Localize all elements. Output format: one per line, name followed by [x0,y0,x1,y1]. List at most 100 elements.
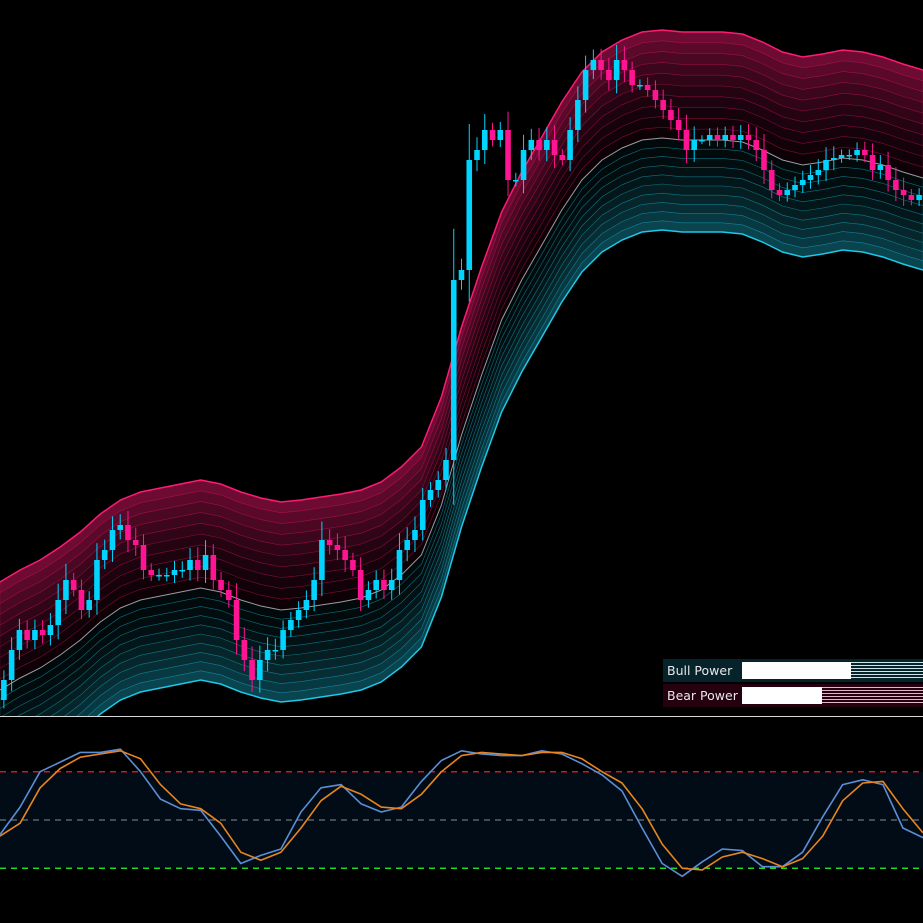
candle-body [799,180,806,185]
candle-body [210,555,217,580]
candle-body [365,590,372,600]
candle-body [194,560,201,570]
candle-body [381,580,387,590]
candle-body [575,100,581,130]
candle-body [606,70,612,80]
candle-body [86,600,92,610]
candle-body [644,85,651,90]
candle-body [334,545,341,550]
candle-body [295,610,302,620]
candle-body [900,190,907,195]
candle-body [8,650,15,680]
candle-body [513,180,519,182]
candle-body [567,130,573,160]
candle-body [373,580,379,590]
candle-body [489,130,496,140]
candle-body [156,575,162,577]
candle-body [691,140,697,150]
candle-body [55,600,61,625]
candle-body [668,110,674,120]
candle-body [613,60,620,80]
candle-body [218,580,224,590]
bull-power-label: Bull Power [667,663,733,678]
candle-body [32,630,38,640]
candle-body [458,270,465,280]
candle-body [559,155,566,160]
price-chart [0,29,923,716]
candle-body [838,155,845,158]
candle-body [70,580,77,590]
candle-body [249,660,255,680]
bear-power-bar [742,687,923,704]
candle-body [753,140,760,150]
candle-body [272,650,279,652]
candle-body [412,530,418,540]
bear-power-row: Bear Power [663,684,923,707]
candle-body [171,570,178,575]
candle-body [807,175,814,180]
bull-power-remainder [850,662,923,679]
oscillator-pane [0,748,923,878]
candle-body [544,140,550,150]
candle [481,114,488,164]
bull-power-bar [742,662,923,679]
candle-body [699,140,705,142]
candle-body [862,150,868,155]
candle-body [63,580,69,600]
candle-body [326,540,333,545]
candle [466,124,473,302]
candle-body [551,140,558,155]
candle-body [16,630,23,650]
candle [458,258,465,290]
candle [489,122,496,147]
candle-body [101,550,108,560]
candle-body [311,580,317,600]
candle-body [435,480,442,490]
candle-body [226,590,232,600]
candle-body [761,150,767,170]
candle-body [737,135,744,140]
candle-body [722,135,729,140]
candle-body [202,555,209,570]
candle-body [877,165,884,170]
candle-body [39,630,46,635]
candle-body [78,590,85,610]
candle-body [109,530,116,550]
candle-body [505,130,511,180]
candle-body [264,650,271,660]
candle-body [419,500,426,530]
power-table: Bull Power Bear Power [663,659,923,709]
candle-body [768,170,775,190]
candle-body [621,60,628,70]
candle-body [357,570,364,600]
candle-body [536,140,542,150]
candle-body [590,60,597,70]
bull-power-row: Bull Power [663,659,923,682]
candle-body [450,280,457,460]
candle-body [598,60,604,70]
candle [497,122,504,147]
candle-body [815,170,822,175]
bear-power-label: Bear Power [667,688,738,703]
candle-body [132,540,139,545]
candle-body [629,70,635,85]
candle-body [885,165,891,180]
candle-body [823,160,829,170]
candle-body [117,525,124,530]
candle-body [714,135,721,140]
candle-body [24,630,30,640]
candle-body [257,660,263,680]
candle-body [869,155,876,170]
candle-body [163,575,170,577]
candle-body [528,140,535,150]
candle-body [776,190,783,195]
bear-power-remainder [821,687,923,704]
candle-body [675,120,682,130]
candle-body [831,158,837,160]
candle-body [481,130,488,150]
candle-body [187,560,193,570]
candle-body [784,190,791,195]
candle-body [342,550,348,560]
candle-body [893,180,899,190]
bull-power-fill [742,662,851,679]
